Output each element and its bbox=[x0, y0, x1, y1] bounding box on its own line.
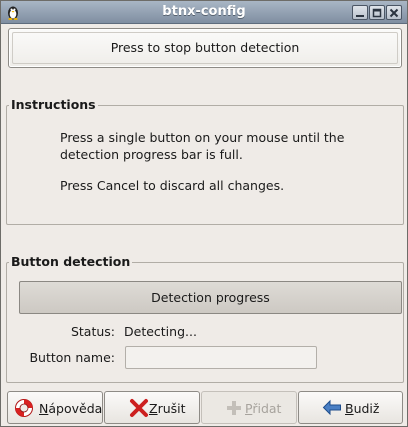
status-value: Detecting... bbox=[124, 324, 197, 339]
forward-label: udiž bbox=[353, 401, 380, 416]
plus-icon bbox=[224, 398, 244, 418]
forward-mnemonic: B bbox=[345, 401, 354, 416]
help-button[interactable]: Nápověda bbox=[7, 391, 103, 424]
button-detection-heading: Button detection bbox=[9, 254, 133, 269]
lifebuoy-icon bbox=[14, 398, 34, 418]
instructions-line-1: Press a single button on your mouse unti… bbox=[60, 130, 345, 145]
add-label: řidat bbox=[252, 401, 282, 416]
add-button[interactable]: Přidat bbox=[201, 391, 297, 424]
cancel-x-icon bbox=[129, 398, 149, 418]
close-window-button[interactable] bbox=[386, 5, 402, 20]
detection-progress-bar: Detection progress bbox=[19, 281, 402, 314]
status-label: Status: bbox=[70, 324, 115, 339]
stop-detection-button[interactable]: Press to stop button detection bbox=[8, 28, 402, 68]
maximize-button[interactable] bbox=[369, 5, 385, 20]
cancel-mnemonic: Z bbox=[149, 401, 158, 416]
instructions-frame bbox=[6, 105, 404, 225]
forward-button[interactable]: Budiž bbox=[298, 391, 403, 424]
help-mnemonic: N bbox=[39, 401, 49, 416]
title-bar[interactable]: btnx-config bbox=[1, 1, 407, 24]
instructions-line-2: detection progress bar is full. bbox=[60, 147, 243, 162]
cancel-button[interactable]: Zrušit bbox=[104, 391, 200, 424]
button-name-label: Button name: bbox=[29, 350, 115, 365]
main-window: btnx-config Press to stop button detecti… bbox=[0, 0, 408, 427]
minimize-button[interactable] bbox=[352, 5, 368, 20]
back-arrow-icon bbox=[322, 398, 342, 418]
instructions-heading: Instructions bbox=[9, 97, 98, 112]
cancel-label: rušit bbox=[157, 401, 186, 416]
instructions-line-3: Press Cancel to discard all changes. bbox=[60, 178, 285, 193]
window-title: btnx-config bbox=[162, 4, 246, 19]
detection-progress-label: Detection progress bbox=[151, 290, 270, 305]
button-name-field[interactable] bbox=[125, 346, 317, 369]
help-label: ápověda bbox=[48, 401, 103, 416]
stop-detection-label: Press to stop button detection bbox=[110, 40, 300, 55]
